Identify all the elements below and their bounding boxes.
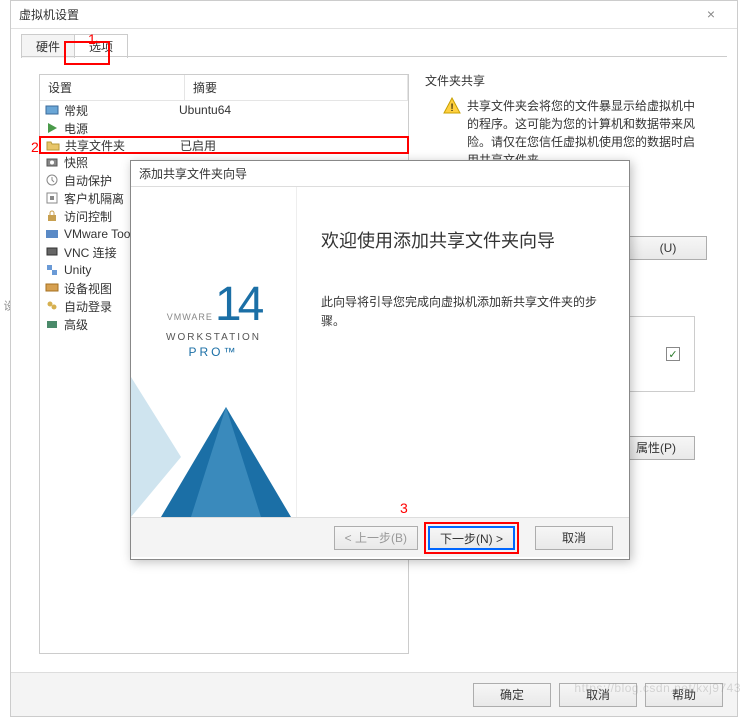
wizard-heading: 欢迎使用添加共享文件夹向导	[321, 227, 605, 253]
row-label: 自动登录	[64, 298, 112, 315]
row-label: 访问控制	[64, 208, 112, 225]
wizard-cancel-button[interactable]: 取消	[535, 526, 613, 550]
unity-icon	[44, 263, 60, 277]
annotation-2: 2	[31, 139, 39, 155]
col-summary[interactable]: 摘要	[185, 75, 408, 100]
ok-button[interactable]: 确定	[473, 683, 551, 707]
list-row-shared-folders[interactable]: 共享文件夹 已启用	[39, 136, 409, 154]
vmware-icon	[44, 227, 60, 241]
annotation-3: 3	[400, 500, 408, 516]
clock-icon	[44, 173, 60, 187]
lock-icon	[44, 209, 60, 223]
row-label: 客户机隔离	[64, 190, 124, 207]
panel-body: ! 共享文件夹会将您的文件暴显示给虚拟机中的程序。这可能为您的计算机和数据带来风…	[421, 91, 713, 169]
checkbox[interactable]: ✓	[666, 347, 680, 361]
warning-text: 共享文件夹会将您的文件暴显示给虚拟机中的程序。这可能为您的计算机和数据带来风险。…	[467, 97, 703, 169]
wizard-footer: < 上一步(B) 下一步(N) > 取消	[131, 517, 629, 557]
u-button-area: (U)	[629, 236, 707, 260]
add-shared-folder-wizard: 添加共享文件夹向导 VMWARE 14 WORKSTATION PRO™ 欢迎使…	[130, 160, 630, 560]
window-title: 虚拟机设置	[19, 6, 693, 23]
snapshot-icon	[44, 155, 60, 169]
row-summary: 已启用	[180, 137, 403, 154]
list-header: 设置 摘要	[40, 75, 408, 101]
power-icon	[44, 121, 60, 135]
general-icon	[44, 103, 60, 117]
back-button[interactable]: < 上一步(B)	[334, 526, 418, 550]
list-row-power[interactable]: 电源	[40, 119, 408, 137]
row-label: 常规	[64, 102, 88, 119]
row-label: 共享文件夹	[65, 137, 125, 154]
panel-title: 文件夹共享	[421, 70, 713, 91]
row-label: 设备视图	[64, 280, 112, 297]
col-settings[interactable]: 设置	[40, 75, 185, 100]
list-row-general[interactable]: 常规 Ubuntu64	[40, 101, 408, 119]
wizard-title: 添加共享文件夹向导	[131, 161, 629, 187]
logo-brand: VMWARE	[167, 312, 213, 322]
row-label: 自动保护	[64, 172, 112, 189]
decorative-shapes	[131, 377, 297, 517]
svg-text:!: !	[450, 102, 453, 114]
display-icon	[44, 281, 60, 295]
row-summary: Ubuntu64	[179, 103, 404, 117]
row-label: Unity	[64, 263, 91, 277]
titlebar: 虚拟机设置 ×	[11, 1, 737, 29]
row-label: VMware Too	[64, 227, 130, 241]
logo-number: 14	[215, 277, 260, 332]
warning-icon: !	[443, 97, 461, 115]
logo-workstation: WORKSTATION	[131, 332, 296, 343]
tabs: 硬件 选项	[21, 33, 727, 57]
wizard-body: VMWARE 14 WORKSTATION PRO™ 欢迎使用添加共享文件夹向导…	[131, 187, 629, 517]
logo-pro: PRO™	[131, 345, 296, 359]
row-label: 高级	[64, 316, 88, 333]
u-button[interactable]: (U)	[629, 236, 707, 260]
folder-sharing-panel: 文件夹共享 ! 共享文件夹会将您的文件暴显示给虚拟机中的程序。这可能为您的计算机…	[421, 70, 713, 169]
wizard-sidebar: VMWARE 14 WORKSTATION PRO™	[131, 187, 297, 517]
row-label: 电源	[64, 120, 88, 137]
login-icon	[44, 299, 60, 313]
vmware-logo: VMWARE 14 WORKSTATION PRO™	[131, 277, 296, 359]
isolation-icon	[44, 191, 60, 205]
next-button[interactable]: 下一步(N) >	[428, 526, 515, 550]
close-icon[interactable]: ×	[693, 4, 729, 26]
vnc-icon	[44, 245, 60, 259]
watermark: https://blog.csdn.net/kxj9743	[574, 681, 741, 695]
row-label: VNC 连接	[64, 244, 117, 261]
annotation-tab-box	[64, 41, 110, 65]
row-label: 快照	[64, 154, 88, 171]
wizard-text: 此向导将引导您完成向虚拟机添加新共享文件夹的步骤。	[321, 293, 605, 331]
advanced-icon	[44, 317, 60, 331]
folder-icon	[45, 138, 61, 152]
wizard-content: 欢迎使用添加共享文件夹向导 此向导将引导您完成向虚拟机添加新共享文件夹的步骤。	[297, 187, 629, 517]
